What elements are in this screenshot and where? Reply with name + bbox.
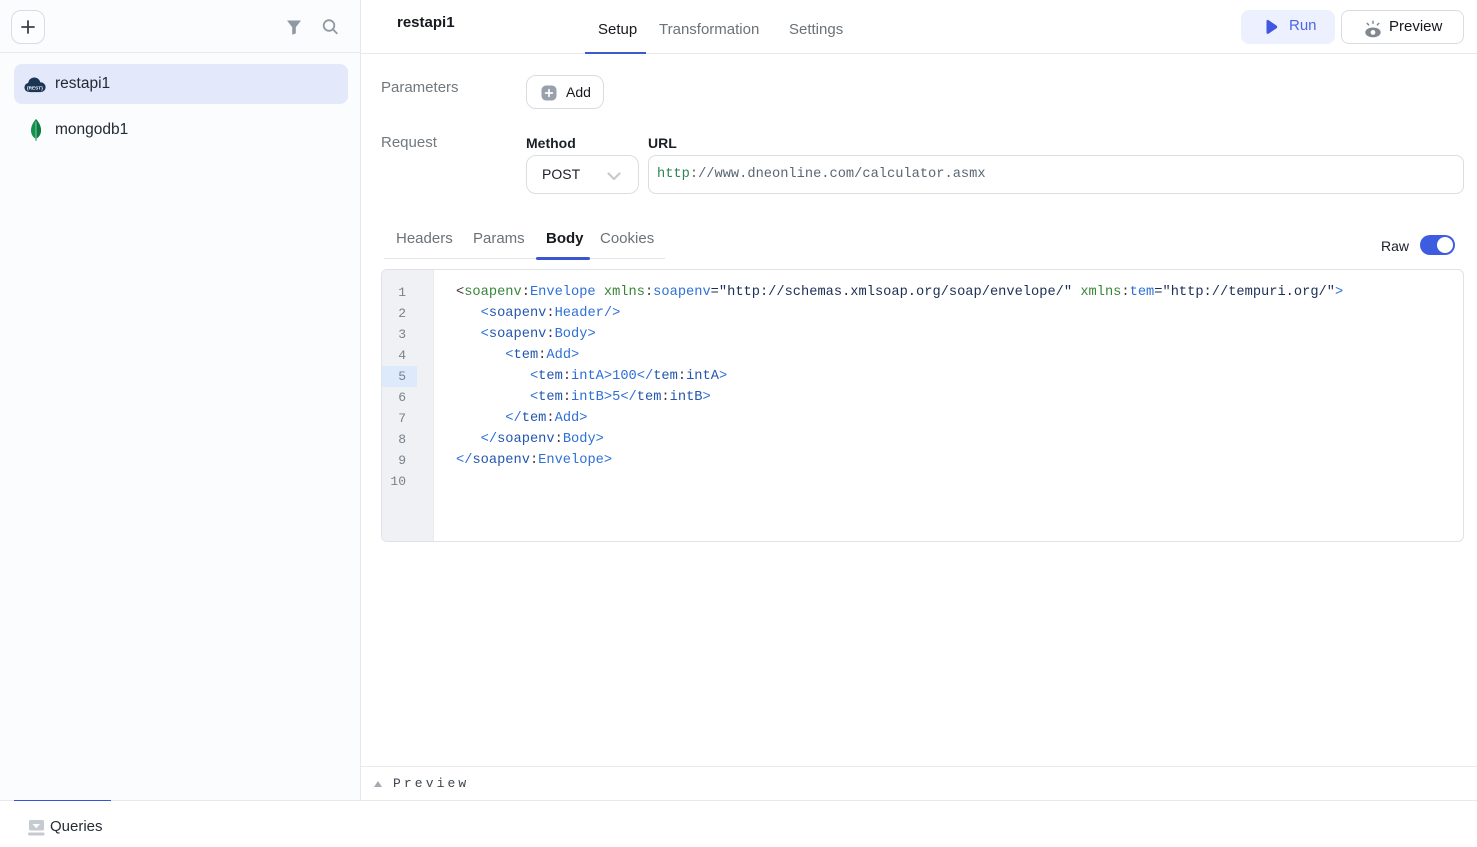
svg-text:{REST}: {REST} bbox=[27, 85, 43, 90]
